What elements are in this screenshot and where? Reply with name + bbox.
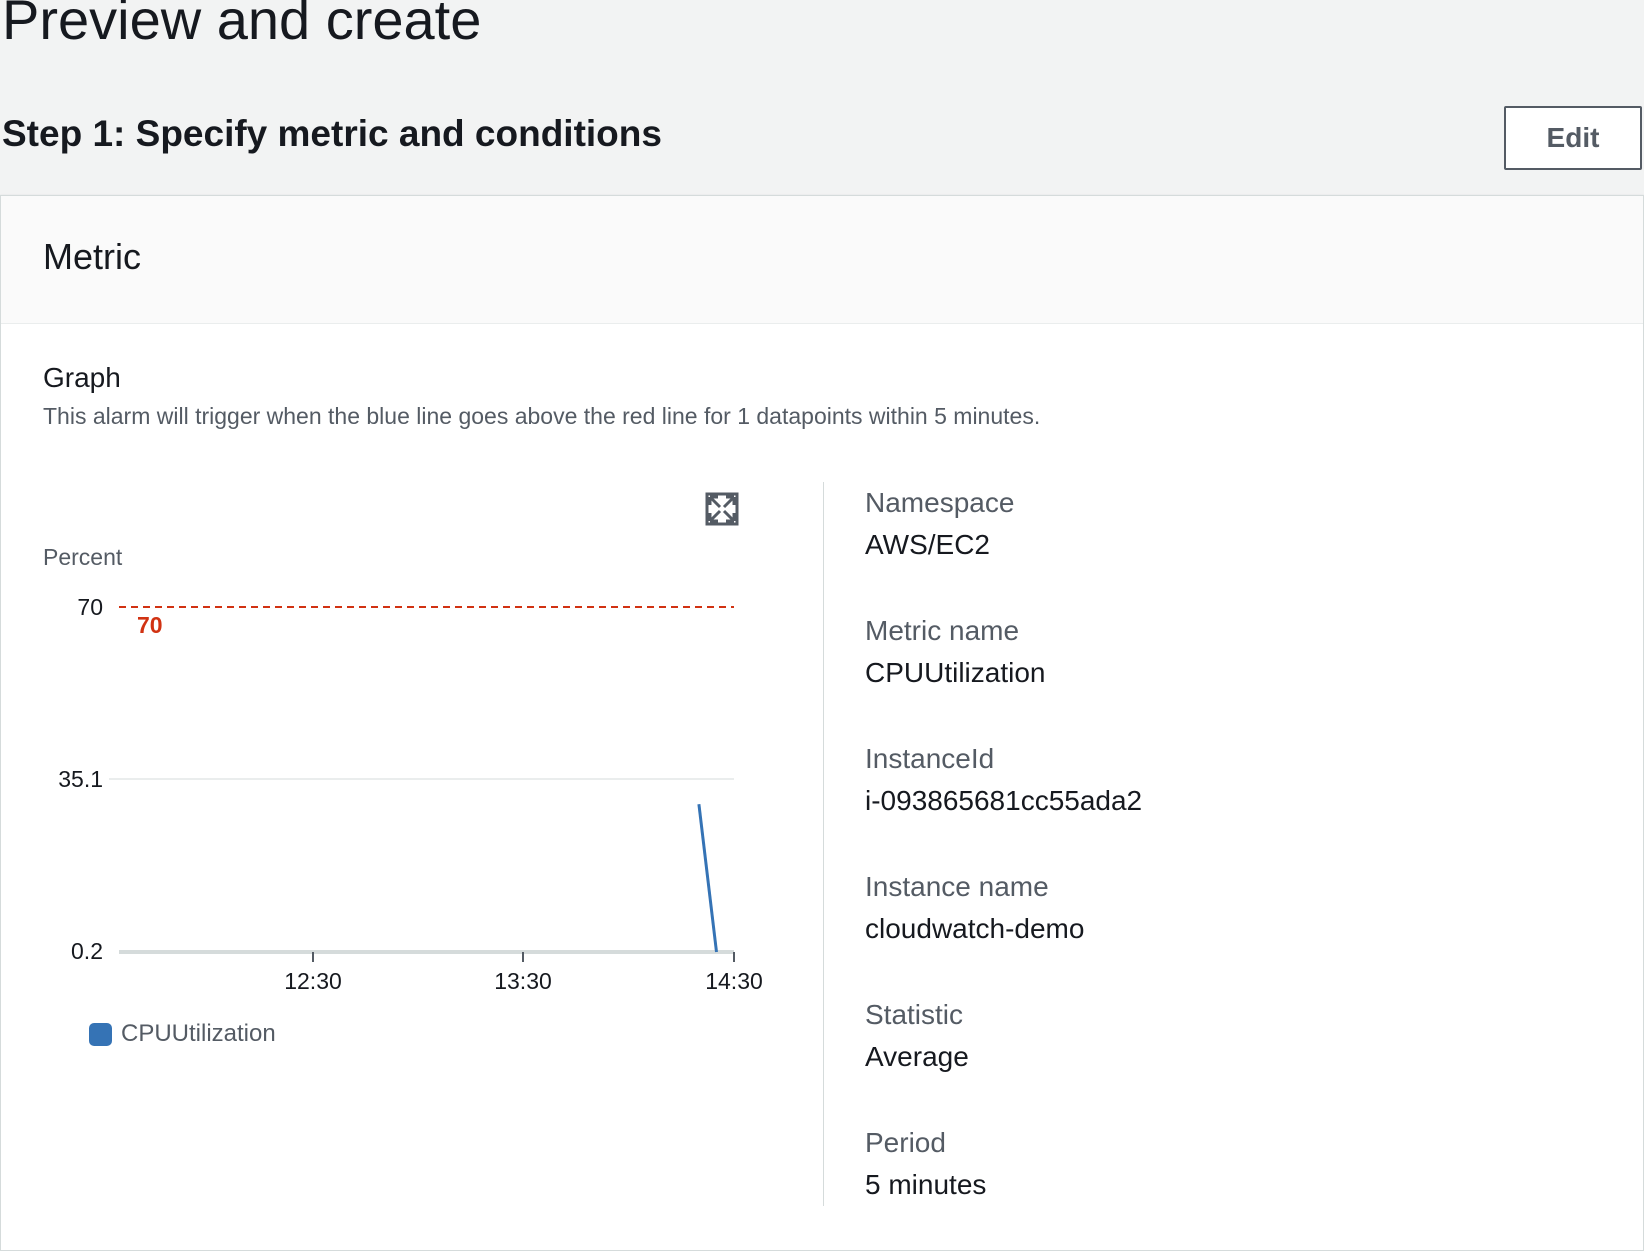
detail-instance-id: InstanceId i-093865681cc55ada2 (865, 742, 1142, 817)
chart-legend[interactable]: CPUUtilization (89, 1020, 276, 1048)
x-tick-label: 13:30 (494, 968, 552, 994)
panel-divider (823, 482, 824, 1206)
detail-value: cloudwatch-demo (865, 912, 1085, 944)
page-title: Preview and create (2, 0, 482, 51)
detail-key: Statistic (865, 999, 964, 1030)
cpu-utilization-series-line (697, 804, 718, 953)
legend-label: CPUUtilization (121, 1020, 276, 1047)
detail-value: 5 minutes (865, 1168, 987, 1200)
detail-statistic: Statistic Average (865, 998, 969, 1073)
detail-value: AWS/EC2 (865, 528, 990, 560)
detail-key: InstanceId (865, 743, 995, 774)
detail-value: Average (865, 1040, 969, 1072)
detail-period: Period 5 minutes (865, 1126, 986, 1201)
detail-namespace: Namespace AWS/EC2 (865, 486, 1014, 561)
edit-button[interactable]: Edit (1504, 106, 1642, 170)
detail-instance-name: Instance name cloudwatch-demo (865, 870, 1084, 945)
detail-value: i-093865681cc55ada2 (865, 784, 1143, 816)
detail-key: Instance name (865, 871, 1049, 902)
metric-panel: Metric Graph This alarm will trigger whe… (0, 195, 1644, 1251)
step-header: Step 1: Specify metric and conditions (2, 113, 662, 154)
legend-swatch (89, 1022, 112, 1046)
detail-metric-name: Metric name CPUUtilization (865, 614, 1046, 689)
detail-value: CPUUtilization (865, 656, 1046, 688)
detail-key: Namespace (865, 487, 1015, 518)
x-tick-label: 14:30 (705, 968, 763, 994)
detail-key: Metric name (865, 615, 1020, 646)
x-tick-label: 12:30 (284, 968, 342, 994)
detail-key: Period (865, 1127, 946, 1158)
